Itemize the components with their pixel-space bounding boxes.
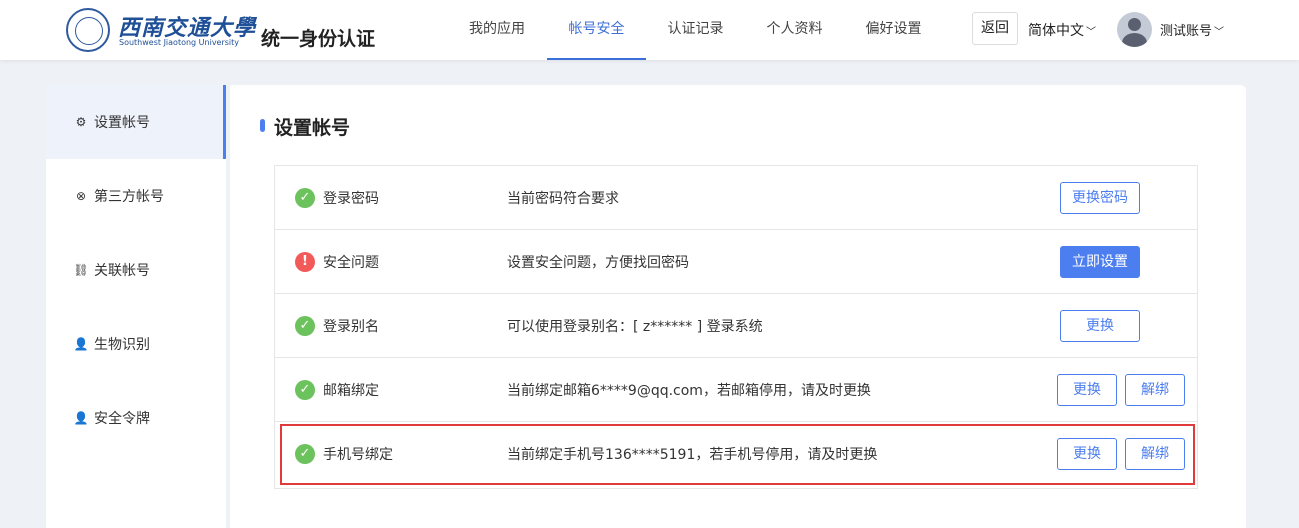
sidebar-item-security-token[interactable]: 👤 安全令牌 <box>46 381 226 455</box>
page-title: 设置帐号 <box>259 113 350 140</box>
list-item: ✓ 登录密码 当前密码符合要求 更换密码 <box>275 166 1197 230</box>
nav-profile[interactable]: 个人资料 <box>745 0 844 60</box>
sidebar-item-label: 安全令牌 <box>94 411 150 427</box>
language-selector[interactable]: 简体中文 ﹀ <box>1028 20 1096 40</box>
check-circle-icon: ✓ <box>295 188 315 208</box>
nav-auth-records[interactable]: 认证记录 <box>646 0 745 60</box>
list-item: ✓ 邮箱绑定 当前绑定邮箱6****9@qq.com，若邮箱停用，请及时更换 更… <box>275 358 1197 422</box>
sidebar-item-biometrics[interactable]: 👤 生物识别 <box>46 307 226 381</box>
user-icon: 👤 <box>73 337 89 351</box>
row-description: 可以使用登录别名：[ z****** ] 登录系统 <box>507 319 763 335</box>
row-description: 当前密码符合要求 <box>507 191 619 207</box>
user-icon: 👤 <box>73 411 89 425</box>
row-description: 设置安全问题，方便找回密码 <box>507 255 689 271</box>
sidebar-item-label: 设置帐号 <box>94 115 150 131</box>
highlight-box <box>280 424 1195 485</box>
setup-now-button[interactable]: 立即设置 <box>1060 246 1140 278</box>
row-label: 邮箱绑定 <box>323 383 379 399</box>
check-circle-icon: ✓ <box>295 380 315 400</box>
chevron-down-icon: ﹀ <box>1214 27 1225 38</box>
sidebar-item-label: 生物识别 <box>94 337 150 353</box>
gear-icon: ⚙ <box>75 115 87 129</box>
avatar[interactable] <box>1117 12 1152 47</box>
site-title: 统一身份认证 <box>261 28 376 50</box>
user-menu[interactable]: 测试账号 ﹀ <box>1160 20 1224 39</box>
list-item: ! 安全问题 设置安全问题，方便找回密码 立即设置 <box>275 230 1197 294</box>
check-circle-icon: ✓ <box>295 316 315 336</box>
seal-icon <box>66 8 110 52</box>
alert-circle-icon: ! <box>295 252 315 272</box>
unbind-email-button[interactable]: 解绑 <box>1125 374 1185 406</box>
list-item: ✓ 登录别名 可以使用登录别名：[ z****** ] 登录系统 更换 <box>275 294 1197 358</box>
change-password-button[interactable]: 更换密码 <box>1060 182 1140 214</box>
row-description: 当前绑定邮箱6****9@qq.com，若邮箱停用，请及时更换 <box>507 383 871 399</box>
sidebar-item-third-party[interactable]: ⊗ 第三方帐号 <box>46 159 226 233</box>
user-name: 测试账号 <box>1160 24 1213 39</box>
back-button[interactable]: 返回 <box>972 12 1018 45</box>
nav-preferences[interactable]: 偏好设置 <box>844 0 943 60</box>
chevron-down-icon: ﹀ <box>1086 27 1096 38</box>
sidebar: ⚙ 设置帐号 ⊗ 第三方帐号 ⛓ 关联帐号 👤 生物识别 👤 安全令牌 <box>46 85 226 528</box>
nav-account-security[interactable]: 帐号安全 <box>547 0 646 60</box>
sidebar-item-label: 关联帐号 <box>94 263 150 279</box>
university-logo[interactable]: 西南交通大學 Southwest Jiaotong University <box>66 8 255 52</box>
row-label: 登录密码 <box>323 191 379 207</box>
sidebar-item-linked-accounts[interactable]: ⛓ 关联帐号 <box>46 233 226 307</box>
nav-my-apps[interactable]: 我的应用 <box>448 0 546 60</box>
chain-icon: ⛓ <box>73 263 89 277</box>
language-label: 简体中文 <box>1028 23 1084 39</box>
top-header: 西南交通大學 Southwest Jiaotong University 统一身… <box>0 0 1299 60</box>
sidebar-item-label: 第三方帐号 <box>94 189 164 205</box>
change-alias-button[interactable]: 更换 <box>1060 310 1140 342</box>
change-email-button[interactable]: 更换 <box>1057 374 1117 406</box>
row-label: 登录别名 <box>323 319 379 335</box>
link-icon: ⊗ <box>75 189 87 203</box>
logo-english-name: Southwest Jiaotong University <box>119 38 240 47</box>
row-label: 安全问题 <box>323 255 379 271</box>
sidebar-item-account-settings[interactable]: ⚙ 设置帐号 <box>46 85 226 159</box>
